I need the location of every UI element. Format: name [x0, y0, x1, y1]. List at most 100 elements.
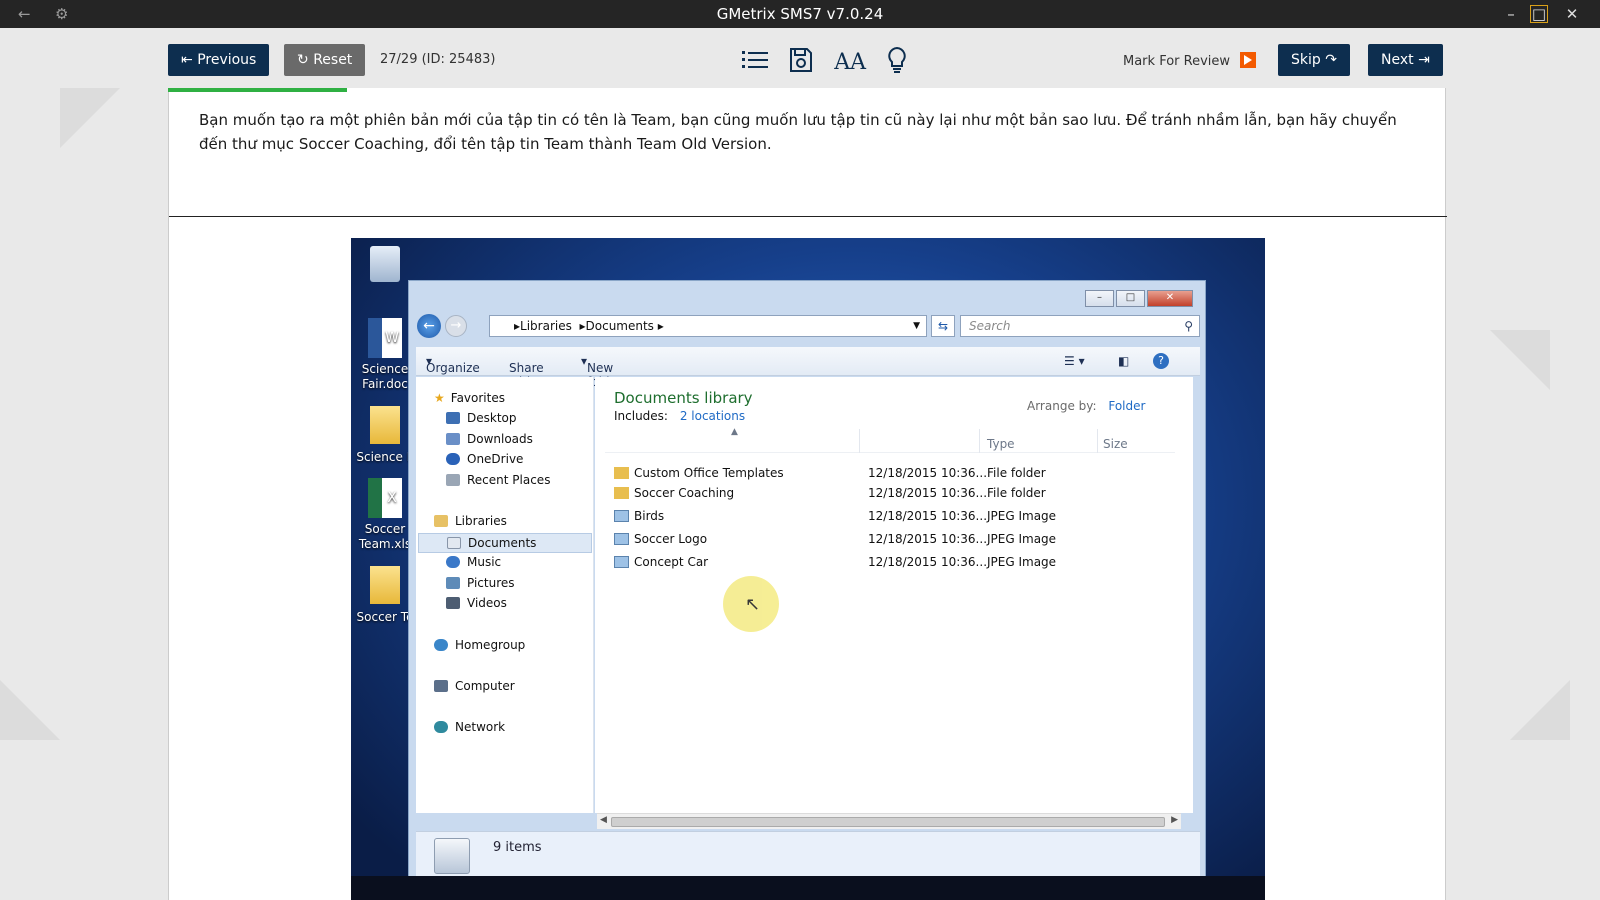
nav-music[interactable]: Music — [446, 555, 501, 569]
lightbulb-icon[interactable] — [887, 46, 907, 78]
search-icon[interactable]: ⚲ — [1184, 316, 1193, 336]
file-date: 12/18/2015 10:36... — [868, 486, 988, 500]
mark-for-review-button[interactable]: Mark For Review — [1123, 52, 1257, 69]
word-document-icon: W — [368, 318, 402, 358]
maximize-icon[interactable]: □ — [1530, 5, 1548, 23]
library-icon — [434, 515, 448, 527]
file-type: JPEG Image — [987, 555, 1057, 569]
nav-onedrive[interactable]: OneDrive — [446, 452, 523, 466]
file-row[interactable]: Birds 12/18/2015 10:36... JPEG Image — [614, 506, 1174, 526]
window-title: GMetrix SMS7 v7.0.24 — [716, 5, 884, 23]
desktop-item[interactable]: W Science Fair.doc — [355, 318, 415, 392]
nav-recent-places[interactable]: Recent Places — [446, 473, 550, 487]
desktop-item[interactable]: Science F — [355, 406, 415, 465]
scroll-right-icon[interactable]: ▶ — [1171, 815, 1178, 825]
help-icon[interactable]: ? — [1153, 353, 1169, 369]
image-file-icon — [614, 510, 629, 522]
nav-downloads[interactable]: Downloads — [446, 432, 533, 446]
minimize-icon[interactable]: – — [1500, 3, 1522, 25]
nav-label: Desktop — [467, 411, 517, 425]
recycle-bin-icon[interactable] — [355, 246, 415, 282]
font-size-icon[interactable]: AA — [834, 50, 866, 75]
new-folder-button[interactable]: ▾ New folder — [581, 354, 622, 389]
nav-label: Documents — [468, 536, 537, 550]
nav-computer[interactable]: Computer — [434, 679, 515, 693]
question-text: Bạn muốn tạo ra một phiên bản mới của tậ… — [199, 111, 1397, 153]
horizontal-scrollbar[interactable]: ◀ ▶ — [597, 813, 1181, 829]
column-type-header[interactable]: Type — [987, 437, 1015, 451]
file-date: 12/18/2015 10:36... — [868, 555, 988, 569]
nav-label: Recent Places — [467, 473, 551, 487]
next-button[interactable]: Next ⇥ — [1368, 44, 1443, 76]
background-shape — [60, 88, 120, 148]
list-icon[interactable] — [742, 48, 768, 76]
scrollbar-thumb[interactable] — [611, 817, 1165, 827]
nav-libraries[interactable]: Libraries — [434, 514, 507, 528]
nav-label: Homegroup — [455, 638, 526, 652]
address-bar[interactable]: ▸Libraries ▸Documents ▸ ▼ — [489, 315, 927, 337]
arrange-by-dropdown[interactable]: Folder — [1108, 399, 1145, 413]
preview-pane-icon[interactable]: ◧ — [1118, 354, 1129, 368]
nav-videos[interactable]: Videos — [446, 596, 507, 610]
view-options-icon[interactable]: ☰ ▾ — [1064, 354, 1085, 368]
refresh-icon[interactable]: ⇆ — [931, 315, 955, 337]
file-row[interactable]: Soccer Logo 12/18/2015 10:36... JPEG Ima… — [614, 529, 1174, 549]
skip-icon: ↷ — [1325, 52, 1337, 68]
next-icon: ⇥ — [1418, 52, 1430, 68]
nav-desktop[interactable]: Desktop — [446, 411, 517, 425]
nav-homegroup[interactable]: Homegroup — [434, 638, 525, 652]
file-row[interactable]: Concept Car 12/18/2015 10:36... JPEG Ima… — [614, 552, 1174, 572]
desktop-item[interactable]: Soccer Te — [355, 566, 415, 625]
desktop-item[interactable]: X Soccer Team.xls — [355, 478, 415, 552]
mark-for-review-label: Mark For Review — [1123, 54, 1231, 69]
file-row[interactable]: Soccer Coaching 12/18/2015 10:36... File… — [614, 483, 1174, 503]
pictures-icon — [446, 577, 460, 589]
desktop-item-label: Soccer Team.xls — [358, 522, 412, 551]
nav-documents[interactable]: Documents — [418, 533, 592, 553]
breadcrumb-item[interactable]: Libraries — [520, 319, 572, 333]
divider — [169, 216, 1447, 217]
excel-spreadsheet-icon: X — [368, 478, 402, 518]
organize-menu[interactable]: Organize ▾ — [426, 354, 480, 375]
nav-label: Favorites — [450, 391, 505, 405]
status-bar: 9 items — [416, 831, 1200, 877]
star-icon: ★ — [434, 391, 445, 405]
file-date: 12/18/2015 10:36... — [868, 532, 988, 546]
chevron-down-icon[interactable]: ▼ — [913, 316, 920, 336]
file-list-pane: Documents library Includes: 2 locations … — [595, 377, 1193, 813]
next-label: Next — [1381, 52, 1414, 68]
flag-icon — [1240, 52, 1257, 68]
close-icon[interactable]: ✕ — [1147, 290, 1193, 307]
minimize-icon[interactable]: – — [1085, 290, 1114, 307]
previous-button[interactable]: ⇤ Previous — [168, 44, 270, 76]
previous-icon: ⇤ — [181, 52, 193, 68]
nav-network[interactable]: Network — [434, 720, 505, 734]
column-divider — [859, 429, 860, 453]
command-bar: Organize ▾ Share with ▾ New folder ☰ ▾ ◧… — [416, 347, 1200, 389]
forward-arrow-icon[interactable]: → — [445, 315, 467, 337]
nav-favorites[interactable]: ★ Favorites — [434, 391, 505, 405]
search-placeholder: Search — [969, 319, 1011, 333]
nav-label: Downloads — [467, 432, 533, 446]
breadcrumb: ▸Libraries ▸Documents ▸ — [514, 319, 664, 333]
nav-pictures[interactable]: Pictures — [446, 576, 515, 590]
arrange-by: Arrange by: Folder — [1027, 399, 1145, 413]
progress-bar — [168, 88, 347, 92]
music-icon — [446, 556, 460, 568]
breadcrumb-item[interactable]: Documents — [586, 319, 654, 333]
file-row[interactable]: Custom Office Templates 12/18/2015 10:36… — [614, 463, 1174, 483]
maximize-icon[interactable]: □ — [1116, 290, 1145, 307]
column-size-header[interactable]: Size — [1103, 437, 1128, 451]
save-icon[interactable] — [789, 47, 813, 77]
file-name: Soccer Logo — [634, 532, 708, 546]
file-type: JPEG Image — [987, 532, 1057, 546]
skip-button[interactable]: Skip ↷ — [1278, 44, 1350, 76]
search-input[interactable]: Search ⚲ — [960, 315, 1200, 337]
includes-locations-link[interactable]: 2 locations — [680, 409, 745, 423]
close-icon[interactable]: ✕ — [1561, 3, 1583, 25]
folder-icon — [370, 406, 400, 444]
back-arrow-icon[interactable]: ← — [417, 314, 441, 338]
nav-label: Videos — [467, 596, 507, 610]
reset-button[interactable]: ↻ Reset — [284, 44, 366, 76]
scroll-left-icon[interactable]: ◀ — [600, 815, 607, 825]
